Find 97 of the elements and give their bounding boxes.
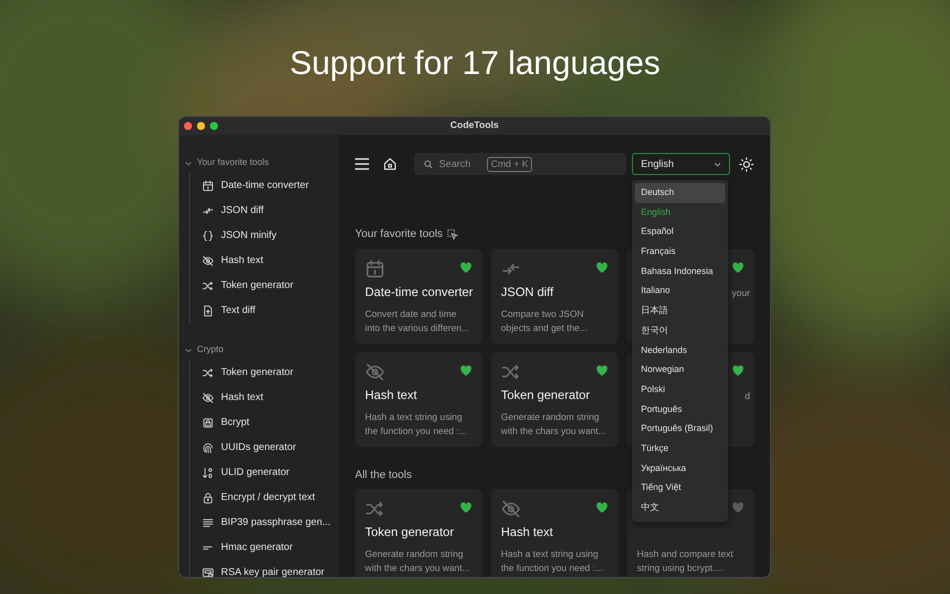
- section-title: Your favorite tools: [355, 227, 443, 242]
- calendar-icon: [365, 258, 385, 278]
- card-description: Hash and compare text string using bcrypt....: [637, 548, 734, 576]
- card-description: Generate random string with the chars you want...: [365, 548, 471, 576]
- sort-icon: [202, 466, 214, 478]
- language-option[interactable]: Türkçe: [635, 438, 725, 459]
- tool-card[interactable]: Date-time converter Convert date and time into the various differen...: [355, 248, 482, 344]
- language-option[interactable]: Norwegian: [635, 360, 725, 380]
- sidebar-item[interactable]: ULID generator: [202, 460, 339, 485]
- sun-icon[interactable]: [739, 156, 754, 172]
- hidden-eye-icon: [202, 392, 214, 404]
- sidebar-item[interactable]: Bcrypt: [202, 410, 339, 435]
- tool-card[interactable]: JSON diff Compare two JSON objects and get the...: [491, 248, 618, 344]
- chevron-icon[interactable]: [185, 160, 192, 166]
- language-select[interactable]: English: [632, 153, 730, 175]
- heart-icon[interactable]: [596, 262, 608, 272]
- braces-icon: [202, 230, 214, 242]
- sidebar-item[interactable]: JSON minify: [202, 223, 339, 248]
- hidden-eye-icon: [202, 254, 214, 266]
- language-option[interactable]: 한국어: [635, 320, 725, 340]
- heart-icon[interactable]: [732, 262, 744, 272]
- menu-icon[interactable]: [355, 158, 369, 170]
- card-title: Hash text: [365, 386, 418, 404]
- tool-card[interactable]: Hash text Hash a text string using the function you need :...: [491, 489, 618, 577]
- sidebar-item[interactable]: Hmac generator: [202, 535, 339, 560]
- group-label[interactable]: Crypto: [197, 343, 224, 357]
- heart-icon[interactable]: [460, 364, 472, 376]
- sidebar-item[interactable]: UUIDs generator: [202, 435, 339, 460]
- card-title: Token generator: [501, 386, 591, 404]
- page-heading: Support for 17 languages: [290, 45, 660, 82]
- language-option[interactable]: Português (Brasil): [635, 419, 725, 439]
- hidden-eye-icon: [365, 362, 385, 382]
- shuffle-icon: [202, 280, 214, 292]
- lines-icon: [202, 516, 214, 528]
- chevron-icon[interactable]: [185, 346, 192, 354]
- sidebar-item[interactable]: Text diff: [202, 298, 339, 323]
- card-icon: [202, 566, 214, 577]
- heart-icon[interactable]: [460, 262, 472, 272]
- heart-icon[interactable]: [732, 364, 744, 376]
- zoom-button[interactable]: [210, 122, 218, 130]
- search-icon: [424, 160, 433, 168]
- home-icon[interactable]: [383, 157, 397, 171]
- language-option[interactable]: Español: [635, 222, 725, 242]
- card-description: Compare two JSON objects and get the...: [501, 308, 588, 335]
- heart-icon[interactable]: [596, 502, 608, 513]
- card-description: Hash a text string using the function you need :...: [365, 410, 468, 438]
- window-title: CodeTools: [450, 118, 499, 133]
- sidebar-item[interactable]: BIP39 passphrase gen...: [202, 510, 339, 535]
- sidebar-item[interactable]: Token generator: [202, 273, 339, 298]
- tool-card[interactable]: Token generator Generate random string with the chars you want...: [355, 489, 482, 577]
- shuffle-icon: [365, 499, 385, 519]
- card-description: Hash a text string using the function you need :...: [501, 548, 604, 576]
- fingerprint-icon: [202, 442, 214, 454]
- card-title: Hash text: [501, 524, 554, 541]
- card-description: Generate random string with the chars you want...: [501, 410, 607, 438]
- shuffle-icon: [202, 366, 214, 378]
- language-option[interactable]: Bahasa Indonesia: [635, 262, 725, 282]
- calendar-icon: [202, 180, 214, 192]
- sidebar-item[interactable]: RSA key pair generator: [202, 560, 339, 577]
- tool-card[interactable]: Hash text Hash a text string using the function you need :...: [355, 352, 482, 446]
- sidebar-item[interactable]: Token generator: [202, 360, 339, 385]
- language-option[interactable]: Polski: [635, 380, 725, 400]
- card-title: JSON diff: [501, 284, 554, 300]
- language-option[interactable]: Deutsch: [635, 183, 725, 203]
- group-label[interactable]: Your favorite tools: [197, 156, 269, 170]
- card-title: Token generator: [365, 524, 455, 541]
- chevron-icon: [714, 162, 721, 166]
- card-description: your: [732, 286, 750, 300]
- sidebar-item[interactable]: Date-time converter: [202, 173, 339, 198]
- sidebar-item[interactable]: Hash text: [202, 385, 339, 410]
- tool-card[interactable]: Token generator Generate random string with the chars you want...: [491, 352, 618, 446]
- heart-icon[interactable]: [596, 364, 608, 376]
- language-option[interactable]: Українська: [635, 458, 725, 478]
- search-field[interactable]: Search: [439, 156, 481, 172]
- file-icon: [202, 304, 214, 316]
- language-option[interactable]: 中文: [635, 498, 725, 518]
- sidebar-item[interactable]: Hash text: [202, 248, 339, 273]
- language-option[interactable]: Français: [635, 242, 725, 262]
- language-option[interactable]: Português: [635, 400, 725, 420]
- card-title: Date-time converter: [365, 284, 472, 300]
- card-description: d: [744, 390, 750, 402]
- shortcut-hint: Cmd + K: [487, 156, 532, 172]
- language-option[interactable]: 日本語: [635, 301, 725, 321]
- card-description: Convert date and time into the various differen...: [365, 308, 470, 335]
- sidebar-item[interactable]: JSON diff: [202, 198, 339, 223]
- language-option[interactable]: English: [635, 202, 725, 222]
- heart-icon[interactable]: [460, 502, 472, 513]
- sidebar-item[interactable]: Encrypt / decrypt text: [202, 485, 339, 510]
- lock-badge-icon: [202, 416, 214, 428]
- close-button[interactable]: [184, 122, 192, 130]
- minimize-button[interactable]: [197, 122, 205, 130]
- hidden-eye-icon: [501, 499, 521, 519]
- language-option[interactable]: Nederlands: [635, 340, 725, 360]
- pointer-icon: [446, 228, 458, 240]
- language-option[interactable]: Italiano: [635, 281, 725, 302]
- lock-icon: [202, 492, 214, 504]
- section-title: All the tools: [355, 468, 412, 482]
